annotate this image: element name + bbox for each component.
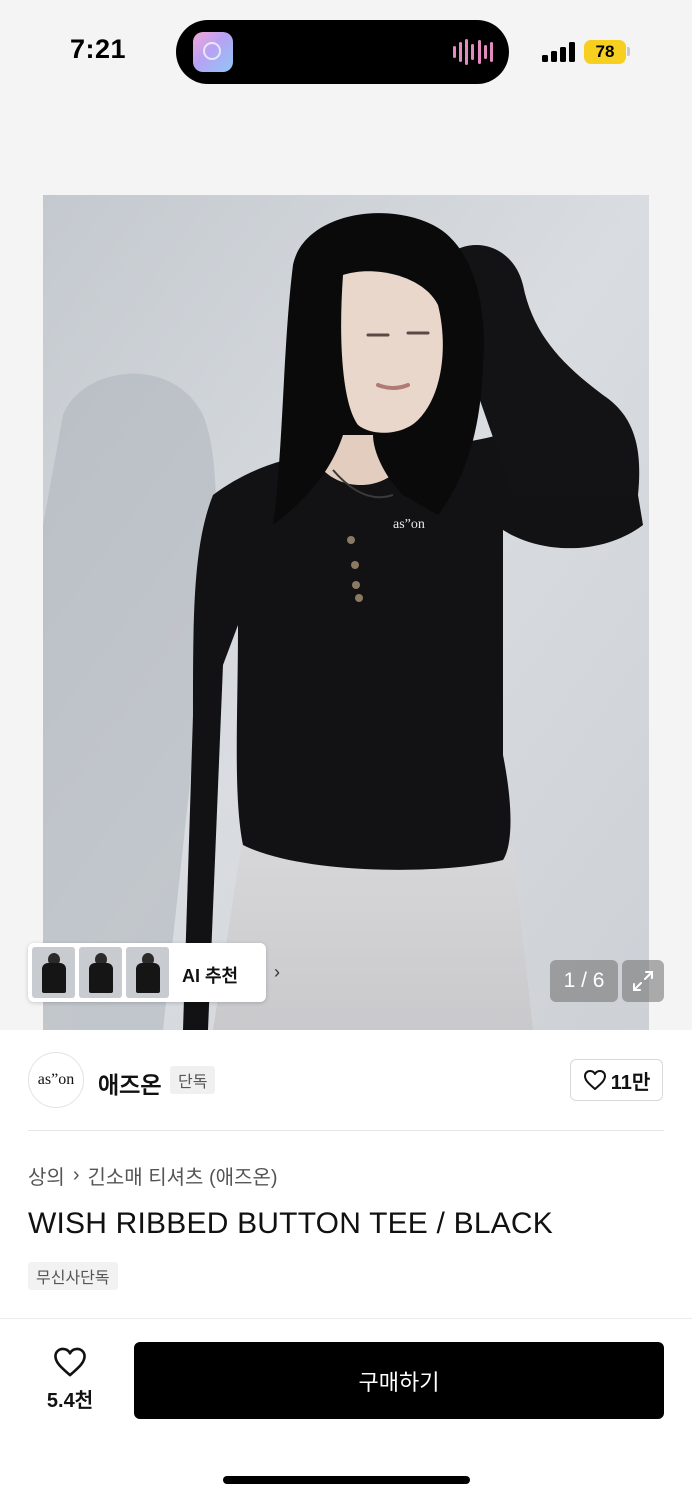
status-time: 7:21 — [70, 34, 127, 64]
buy-button[interactable]: 구매하기 — [134, 1342, 664, 1419]
brand-like-button[interactable]: 11만 — [570, 1059, 663, 1101]
brand-name[interactable]: 애즈온 — [98, 1066, 161, 1100]
expand-icon[interactable] — [622, 960, 664, 1002]
app-icon — [193, 32, 233, 72]
product-tag: 무신사단독 — [28, 1262, 118, 1290]
heart-icon — [583, 1070, 606, 1090]
dynamic-island[interactable] — [176, 20, 509, 84]
ai-recommend-label: AI 추천 — [182, 966, 239, 986]
battery-cap — [627, 47, 630, 56]
home-indicator[interactable] — [223, 1476, 470, 1484]
product-title: WISH RIBBED BUTTON TEE / BLACK — [28, 1207, 553, 1240]
image-pager: 1 / 6 — [550, 960, 618, 1002]
breadcrumb-category[interactable]: 상의 — [28, 1161, 65, 1190]
heart-icon — [54, 1347, 86, 1377]
brand-logo[interactable]: as”on — [28, 1052, 84, 1108]
bottom-divider — [0, 1318, 692, 1319]
chevron-right-icon: › — [72, 1164, 80, 1186]
product-photo-illustration: as”on — [43, 195, 649, 1030]
brand-like-count: 11만 — [610, 1071, 651, 1094]
chevron-right-icon: › — [274, 962, 280, 982]
ai-thumbnail — [126, 947, 169, 998]
product-image[interactable]: as”on — [43, 195, 649, 1030]
breadcrumb: 상의 › 긴소매 티셔츠 (애즈온) — [28, 1161, 278, 1190]
wishlist-count: 5.4천 — [46, 1390, 94, 1412]
ai-thumbnail — [32, 947, 75, 998]
signal-icon — [542, 42, 576, 62]
audio-wave-icon — [453, 38, 493, 66]
shirt-print: as”on — [393, 517, 425, 532]
ai-recommend-card[interactable]: AI 추천 › — [28, 943, 280, 1002]
battery-icon: 78 — [584, 40, 626, 64]
wishlist-button[interactable]: 5.4천 — [28, 1344, 112, 1420]
exclusive-badge: 단독 — [170, 1066, 216, 1094]
ai-thumbnail — [79, 947, 122, 998]
breadcrumb-subcategory[interactable]: 긴소매 티셔츠 (애즈온) — [87, 1161, 277, 1190]
divider — [28, 1130, 664, 1131]
